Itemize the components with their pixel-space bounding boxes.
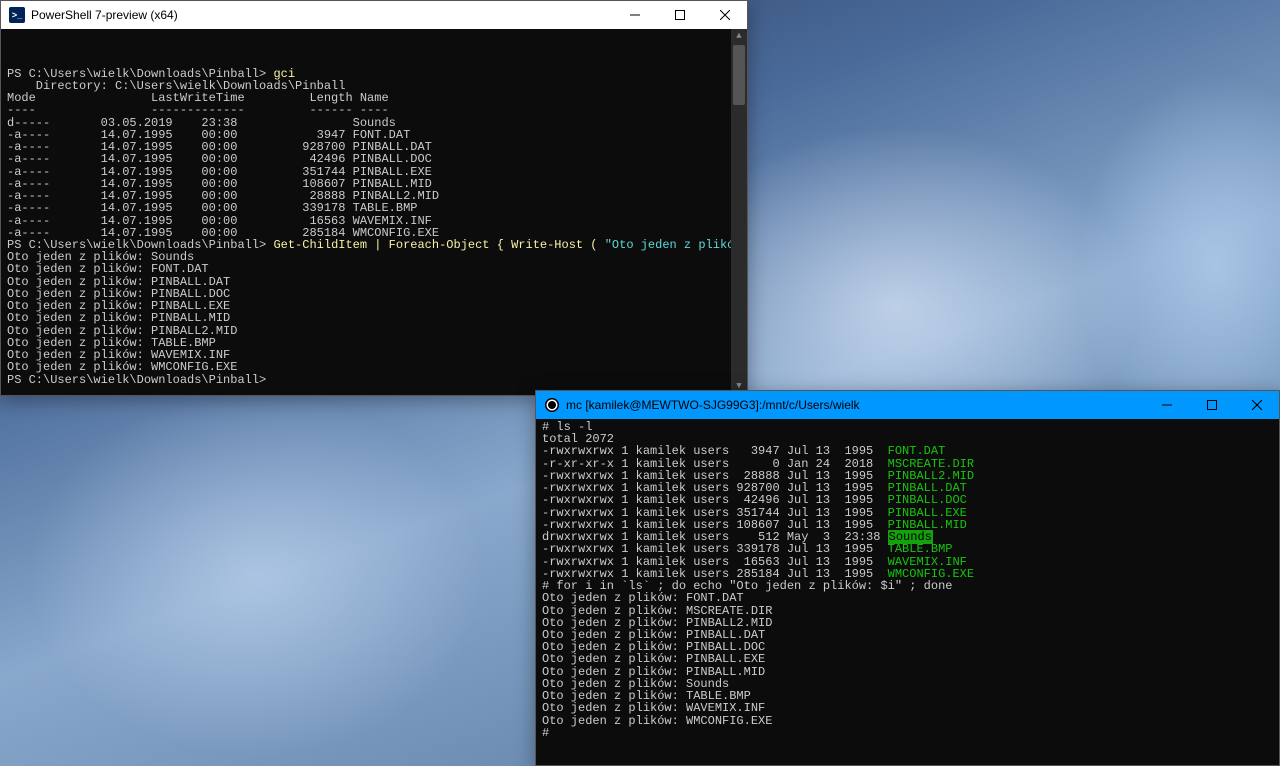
powershell-window: >_ PowerShell 7-preview (x64) ▲ ▼ PS C:\…: [0, 0, 748, 396]
maximize-button[interactable]: [1189, 391, 1234, 419]
powershell-terminal[interactable]: ▲ ▼ PS C:\Users\wielk\Downloads\Pinball>…: [1, 29, 747, 395]
terminal-line: Oto jeden z plików: WMCONFIG.EXE: [542, 715, 1273, 727]
minimize-button[interactable]: [612, 1, 657, 29]
mc-titlebar[interactable]: mc [kamilek@MEWTWO-SJG99G3]:/mnt/c/Users…: [536, 391, 1279, 419]
maximize-button[interactable]: [657, 1, 702, 29]
mc-title: mc [kamilek@MEWTWO-SJG99G3]:/mnt/c/Users…: [566, 398, 860, 412]
powershell-icon: >_: [9, 7, 25, 23]
minimize-button[interactable]: [1144, 391, 1189, 419]
scrollbar[interactable]: ▲ ▼: [731, 29, 747, 395]
terminal-line: # ls -l: [542, 421, 1273, 433]
powershell-titlebar[interactable]: >_ PowerShell 7-preview (x64): [1, 1, 747, 29]
mc-terminal[interactable]: # ls -ltotal 2072-rwxrwxrwx 1 kamilek us…: [536, 419, 1279, 765]
terminal-line: PS C:\Users\wielk\Downloads\Pinball>: [7, 374, 741, 386]
close-button[interactable]: [1234, 391, 1279, 419]
scrollbar-thumb[interactable]: [733, 45, 745, 105]
mc-window: mc [kamilek@MEWTWO-SJG99G3]:/mnt/c/Users…: [535, 390, 1280, 766]
terminal-line: #: [542, 727, 1273, 739]
powershell-title: PowerShell 7-preview (x64): [31, 8, 178, 22]
terminal-icon: [544, 397, 560, 413]
scroll-up-icon[interactable]: ▲: [731, 29, 747, 45]
close-button[interactable]: [702, 1, 747, 29]
